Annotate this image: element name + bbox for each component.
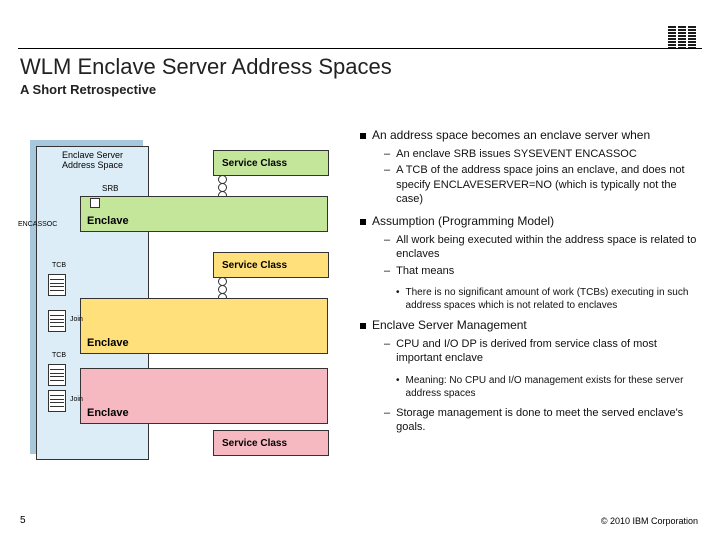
bullet-1-sub-2: A TCB of the address space joins an encl… (396, 163, 698, 206)
bullet-icon (360, 219, 366, 225)
ibm-logo (668, 26, 696, 49)
bullet-2-sub-2: That means (396, 264, 454, 278)
asbox-line2: Address Space (39, 161, 146, 171)
bullet-icon (360, 323, 366, 329)
tcb-label-1: TCB (52, 262, 66, 269)
enclave-box-1: Enclave (80, 196, 328, 232)
bullet-2: Assumption (Programming Model) (372, 214, 554, 229)
copyright: © 2010 IBM Corporation (601, 516, 698, 526)
bullet-2-dot-1: There is no significant amount of work (… (406, 286, 698, 312)
join-label-1: Join (70, 316, 83, 323)
tcb-icon (48, 310, 66, 332)
service-class-box-1: Service Class (213, 150, 329, 176)
enclave-box-2: Enclave (80, 298, 328, 354)
slide-content: An address space becomes an enclave serv… (360, 128, 698, 442)
tcb-icon (48, 390, 66, 412)
bullet-2-sub-1: All work being executed within the addre… (396, 233, 698, 262)
service-class-box-3: Service Class (213, 430, 329, 456)
tcb-icon (48, 364, 66, 386)
page-number: 5 (20, 515, 26, 526)
slide-subtitle: A Short Retrospective (20, 82, 156, 97)
bullet-icon (360, 133, 366, 139)
tcb-label-2: TCB (52, 352, 66, 359)
diagram: Enclave Server Address Space Service Cla… (18, 134, 338, 464)
join-label-2: Join (70, 396, 83, 403)
bullet-1: An address space becomes an enclave serv… (372, 128, 650, 143)
enclave-box-3: Enclave (80, 368, 328, 424)
encassoc-label: ENCASSOC (18, 221, 57, 228)
bullet-3: Enclave Server Management (372, 318, 527, 333)
header-rule (18, 48, 702, 49)
srb-label: SRB (102, 184, 118, 193)
service-class-box-2: Service Class (213, 252, 329, 278)
slide-title: WLM Enclave Server Address Spaces (20, 54, 392, 80)
bullet-1-sub-1: An enclave SRB issues SYSEVENT ENCASSOC (396, 147, 637, 161)
bullet-3-sub-2: Storage management is done to meet the s… (396, 406, 698, 435)
tcb-icon (48, 274, 66, 296)
bullet-3-dot-1: Meaning: No CPU and I/O management exist… (406, 374, 698, 400)
srb-icon (90, 198, 100, 208)
bullet-3-sub-1: CPU and I/O DP is derived from service c… (396, 337, 698, 366)
